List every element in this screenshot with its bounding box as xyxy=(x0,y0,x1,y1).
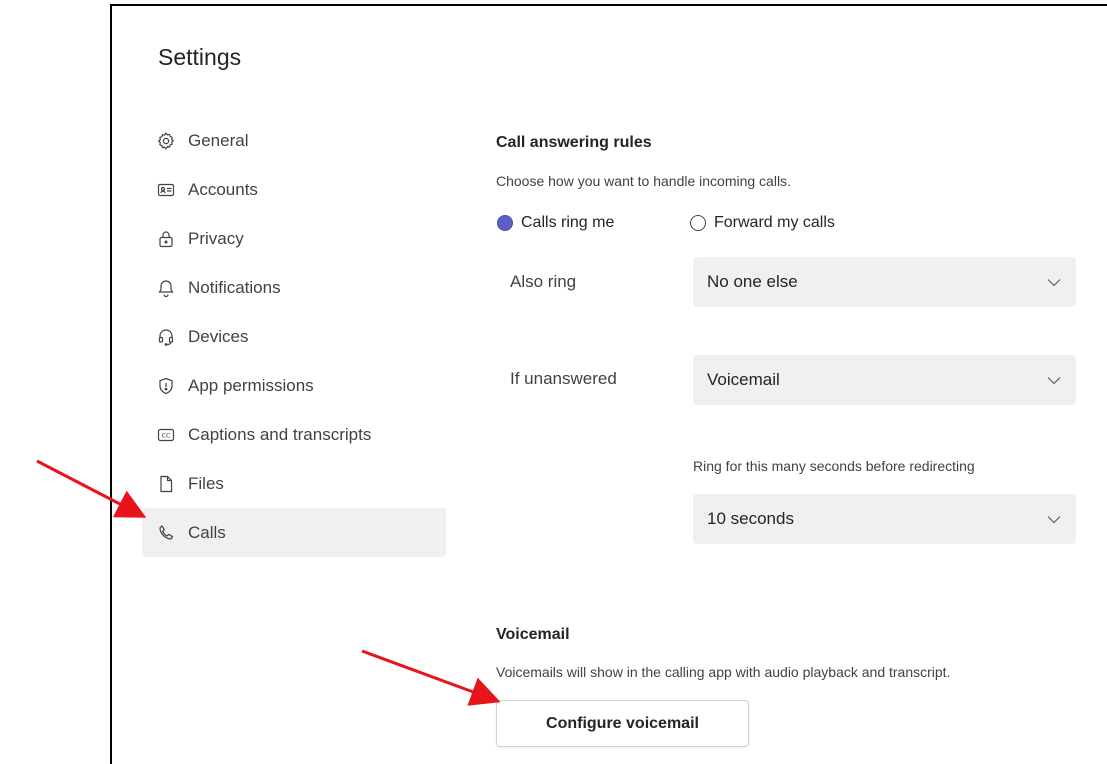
annotation-arrows xyxy=(36,459,501,706)
arrow-to-configure-voicemail xyxy=(361,649,501,706)
arrow-to-calls xyxy=(36,459,147,518)
